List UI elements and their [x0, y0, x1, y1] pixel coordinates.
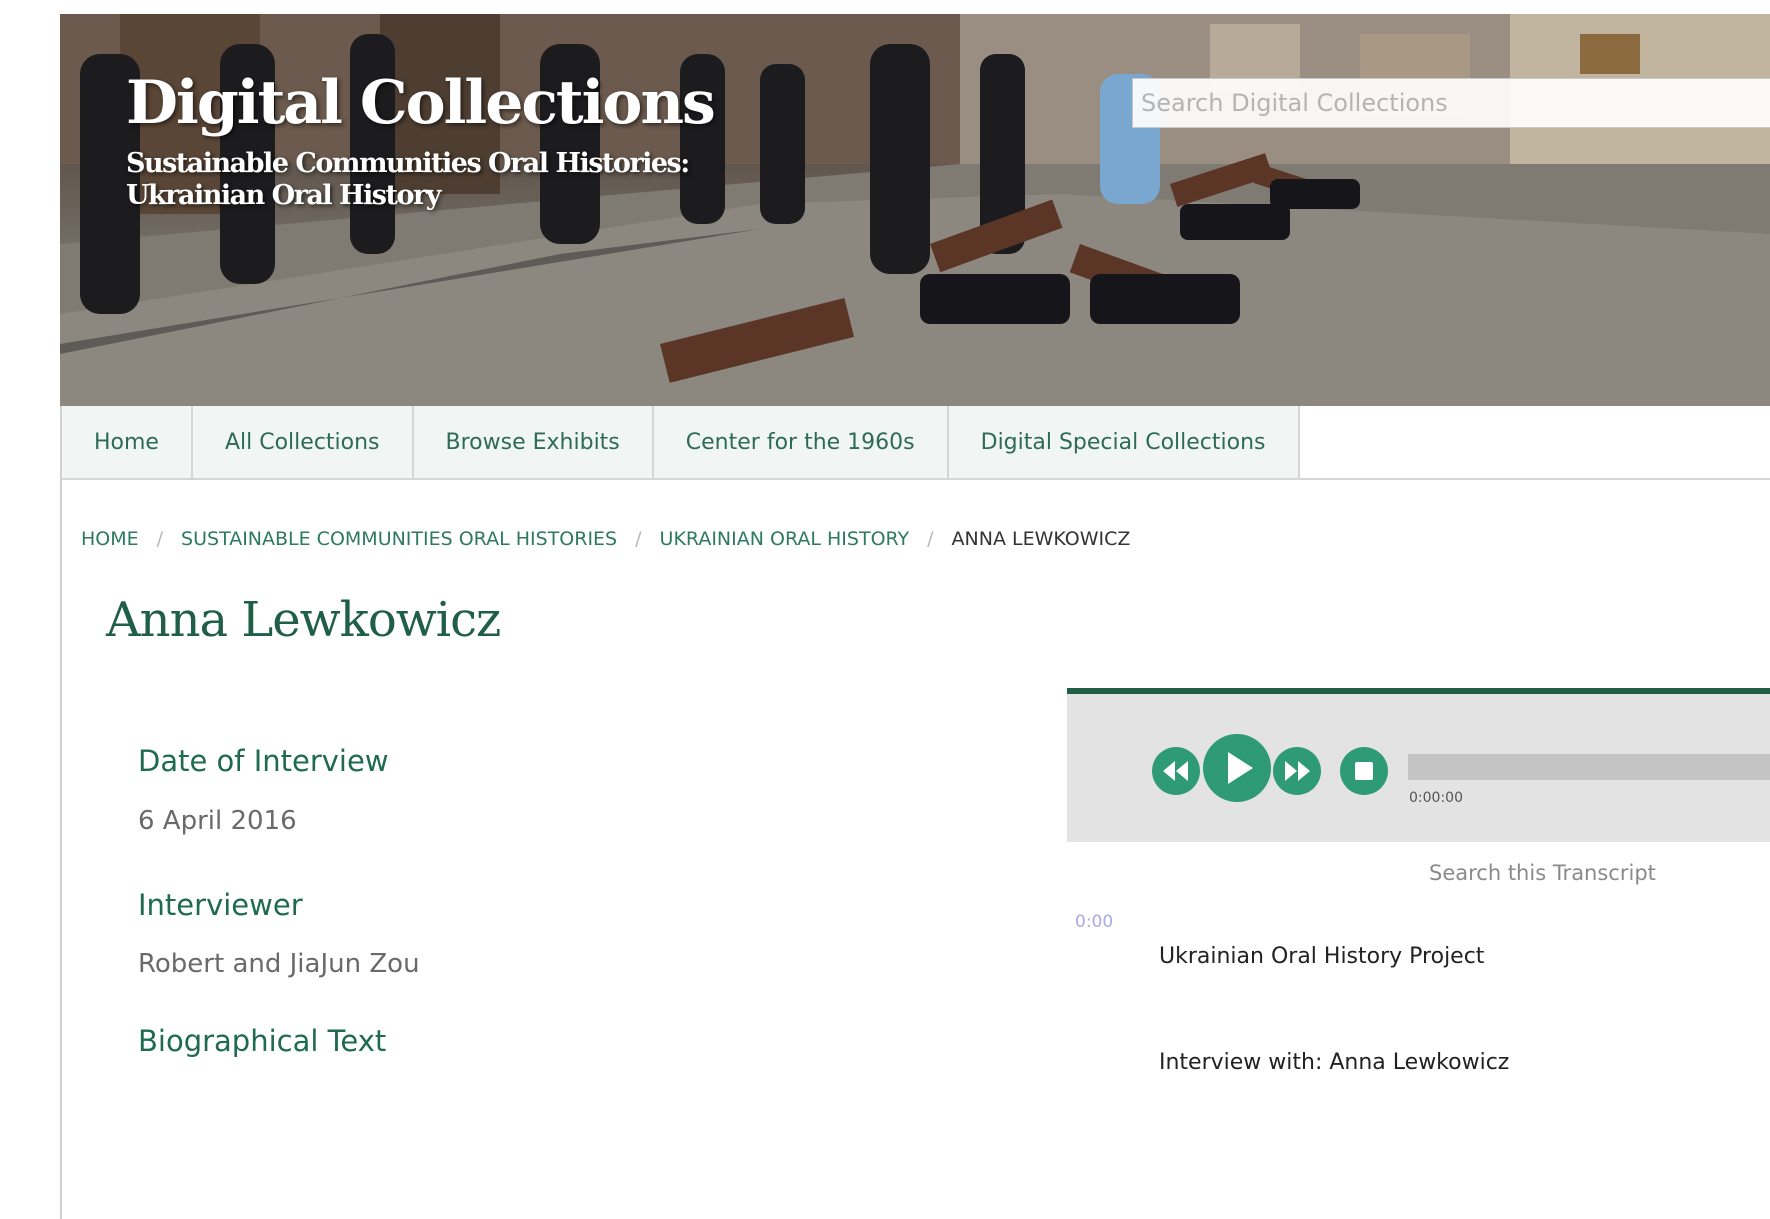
rewind-button[interactable]	[1152, 747, 1200, 795]
breadcrumb-separator: /	[156, 528, 164, 550]
breadcrumb-ukrainian-oral-history[interactable]: UKRAINIAN ORAL HISTORY	[660, 528, 910, 550]
subtitle-line-1: Sustainable Communities Oral Histories:	[126, 148, 690, 179]
header-banner: Digital Collections Sustainable Communit…	[60, 14, 1770, 406]
nav-item-browse-exhibits[interactable]: Browse Exhibits	[413, 406, 654, 478]
stop-button[interactable]	[1340, 747, 1388, 795]
site-title[interactable]: Digital Collections	[126, 68, 716, 138]
nav-item-all-collections[interactable]: All Collections	[192, 406, 414, 478]
transcript-line: Interview with: Anna Lewkowicz	[1159, 1050, 1510, 1075]
rewind-icon	[1163, 761, 1188, 781]
breadcrumb-separator: /	[927, 528, 934, 550]
nav-item-digital-special-collections[interactable]: Digital Special Collections	[948, 406, 1300, 478]
breadcrumb-sustainable-communities[interactable]: SUSTAINABLE COMMUNITIES ORAL HISTORIES	[181, 528, 617, 550]
fast-forward-icon	[1285, 761, 1310, 781]
breadcrumb-home[interactable]: HOME	[81, 528, 139, 550]
page-title: Anna Lewkowicz	[106, 592, 501, 648]
breadcrumb: HOME / SUSTAINABLE COMMUNITIES ORAL HIST…	[81, 528, 1130, 550]
subtitle-line-2: Ukrainian Oral History	[126, 180, 441, 211]
date-of-interview-label: Date of Interview	[138, 744, 389, 778]
transcript-timestamp[interactable]: 0:00	[1075, 912, 1113, 932]
transcript-search-input[interactable]	[1427, 854, 1770, 892]
transcript-line: Ukrainian Oral History Project	[1159, 944, 1485, 969]
time-readout: 0:00:00	[1409, 790, 1463, 806]
stop-icon	[1355, 762, 1373, 780]
breadcrumb-current: ANNA LEWKOWICZ	[951, 528, 1131, 550]
biographical-text-label: Biographical Text	[138, 1024, 387, 1058]
play-button[interactable]	[1203, 734, 1271, 802]
date-of-interview-value: 6 April 2016	[138, 806, 297, 836]
nav-item-center-for-the-1960s[interactable]: Center for the 1960s	[653, 406, 949, 478]
play-icon	[1228, 752, 1253, 784]
interviewer-value: Robert and JiaJun Zou	[138, 949, 420, 979]
breadcrumb-separator: /	[635, 528, 642, 550]
site-subtitle: Sustainable Communities Oral Histories: …	[126, 148, 746, 212]
nav-item-home[interactable]: Home	[62, 406, 193, 478]
oral-history-player: 0:00:00 0:00 Ukrainian Oral History Proj…	[1067, 688, 1770, 1219]
interviewer-label: Interviewer	[138, 888, 303, 922]
main-nav: Home All Collections Browse Exhibits Cen…	[62, 406, 1770, 480]
fast-forward-button[interactable]	[1273, 747, 1321, 795]
progress-bar[interactable]	[1408, 754, 1770, 780]
player-controls-bar: 0:00:00	[1067, 694, 1770, 842]
site-search-input[interactable]	[1132, 78, 1770, 128]
